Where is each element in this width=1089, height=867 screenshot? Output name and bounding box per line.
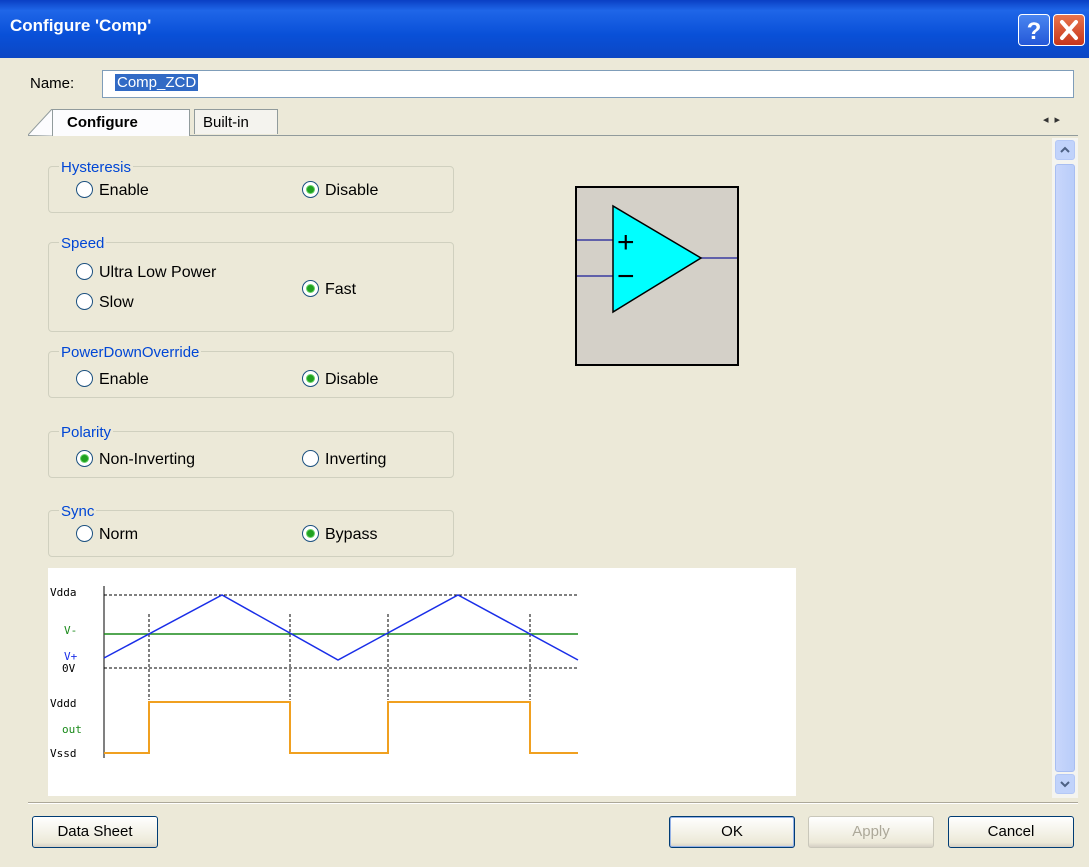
- datasheet-button[interactable]: Data Sheet: [32, 816, 158, 848]
- svg-text:?: ?: [1027, 18, 1042, 45]
- radio-icon: [76, 370, 93, 387]
- comparator-icon: + −: [577, 204, 737, 314]
- close-button[interactable]: [1053, 14, 1085, 46]
- close-icon: [1060, 20, 1078, 40]
- tab-builtin[interactable]: Built-in: [194, 109, 278, 134]
- group-title-speed: Speed: [59, 235, 107, 252]
- tab-scroll-arrows-icon[interactable]: ◂▸: [1043, 113, 1066, 126]
- waveform-svg: Vdda V- V+ 0V Vddd out Vssd: [50, 586, 579, 760]
- radio-pdo-enable[interactable]: Enable: [76, 370, 149, 389]
- radio-polarity-non-inverting[interactable]: Non-Inverting: [76, 450, 195, 469]
- radio-selected-icon: [302, 181, 319, 198]
- radio-speed-ultra-low-power[interactable]: Ultra Low Power: [76, 263, 216, 282]
- question-icon: ?: [1027, 18, 1042, 45]
- group-title-sync: Sync: [59, 503, 97, 520]
- chevron-up-icon: [1060, 146, 1070, 153]
- svg-text:−: −: [617, 260, 635, 293]
- group-hysteresis: Hysteresis Enable Disable: [48, 159, 454, 213]
- scroll-up-button[interactable]: [1055, 140, 1075, 160]
- radio-icon: [76, 263, 93, 280]
- label-out: out: [62, 723, 82, 736]
- group-speed: Speed Ultra Low Power Slow Fast: [48, 235, 454, 332]
- radio-icon: [302, 450, 319, 467]
- tab-configure[interactable]: Configure: [52, 109, 190, 136]
- radio-sync-bypass[interactable]: Bypass: [302, 525, 377, 544]
- scroll-down-button[interactable]: [1055, 774, 1075, 794]
- radio-selected-icon: [302, 370, 319, 387]
- group-polarity: Polarity Non-Inverting Inverting: [48, 424, 454, 478]
- label-vdda: Vdda: [50, 586, 77, 599]
- radio-polarity-inverting[interactable]: Inverting: [302, 450, 386, 469]
- label-vminus: V-: [64, 624, 77, 637]
- radio-icon: [76, 525, 93, 542]
- help-button[interactable]: ?: [1018, 14, 1050, 46]
- ok-button[interactable]: OK: [669, 816, 795, 848]
- scroll-thumb[interactable]: [1055, 164, 1075, 772]
- cancel-button[interactable]: Cancel: [948, 816, 1074, 848]
- bottom-separator: [28, 802, 1078, 804]
- radio-icon: [76, 293, 93, 310]
- waveform-diagram: Vdda V- V+ 0V Vddd out Vssd: [48, 568, 796, 796]
- name-label: Name:: [30, 75, 75, 92]
- radio-selected-icon: [76, 450, 93, 467]
- name-value: Comp_ZCD: [115, 74, 199, 91]
- radio-selected-icon: [302, 525, 319, 542]
- radio-hysteresis-disable[interactable]: Disable: [302, 181, 378, 200]
- radio-hysteresis-enable[interactable]: Enable: [76, 181, 149, 200]
- chevron-down-icon: [1060, 781, 1070, 788]
- radio-speed-fast[interactable]: Fast: [302, 280, 356, 299]
- group-title-hysteresis: Hysteresis: [59, 159, 134, 176]
- group-power-down-override: PowerDownOverride Enable Disable: [48, 344, 454, 398]
- group-title-power-down-override: PowerDownOverride: [59, 344, 202, 361]
- label-zero: 0V: [62, 662, 76, 675]
- window-title: Configure 'Comp': [10, 16, 152, 35]
- output-wave: [104, 701, 578, 754]
- apply-button[interactable]: Apply: [808, 816, 934, 848]
- radio-icon: [76, 181, 93, 198]
- label-vssd: Vssd: [50, 747, 77, 760]
- svg-text:+: +: [617, 226, 635, 259]
- radio-pdo-disable[interactable]: Disable: [302, 370, 378, 389]
- radio-sync-norm[interactable]: Norm: [76, 525, 138, 544]
- radio-speed-slow[interactable]: Slow: [76, 293, 134, 312]
- vertical-scrollbar[interactable]: [1052, 138, 1078, 798]
- comparator-symbol: + −: [575, 186, 739, 366]
- name-input[interactable]: Comp_ZCD: [102, 70, 1074, 98]
- triangle-wave: [103, 594, 579, 661]
- radio-selected-icon: [302, 280, 319, 297]
- group-sync: Sync Norm Bypass: [48, 503, 454, 557]
- label-vddd: Vddd: [50, 697, 77, 710]
- title-bar: Configure 'Comp' ?: [0, 0, 1089, 58]
- group-title-polarity: Polarity: [59, 424, 114, 441]
- tab-strip: Configure Built-in ◂▸: [28, 109, 1078, 136]
